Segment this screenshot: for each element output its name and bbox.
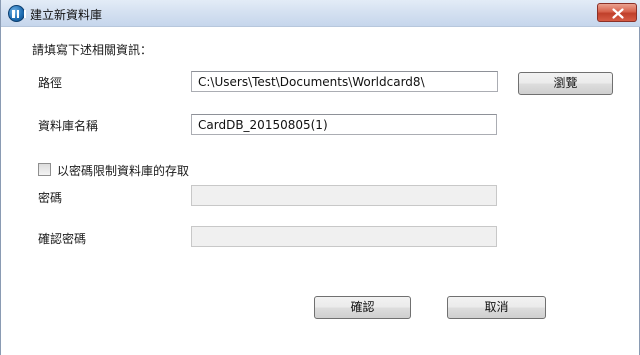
password-protect-label: 以密碼限制資料庫的存取 [57, 164, 190, 178]
confirm-password-field[interactable] [191, 226, 497, 247]
cancel-button[interactable]: 取消 [447, 296, 546, 319]
close-button[interactable] [597, 3, 637, 22]
db-name-label: 資料庫名稱 [38, 119, 99, 133]
path-label: 路徑 [38, 76, 63, 90]
title-bar[interactable]: 建立新資料庫 [1, 0, 640, 27]
confirm-password-label: 確認密碼 [38, 232, 87, 246]
path-field[interactable]: C:\Users\Test\Documents\Worldcard8\ [191, 71, 498, 92]
browse-button[interactable]: 瀏覽 [518, 72, 613, 95]
new-database-dialog: 建立新資料庫 請填寫下述相關資訊： 路徑 C:\Users\Test\Docum… [0, 0, 640, 355]
db-name-field[interactable]: CardDB_20150805(1) [191, 114, 497, 135]
instruction-text: 請填寫下述相關資訊： [32, 43, 153, 57]
ok-button[interactable]: 確認 [314, 296, 411, 319]
password-protect-checkbox[interactable] [38, 163, 51, 176]
worldcard-app-icon [8, 5, 26, 22]
close-icon [612, 8, 624, 19]
password-label: 密碼 [38, 191, 63, 205]
window-title: 建立新資料庫 [30, 8, 103, 22]
password-field[interactable] [191, 185, 497, 206]
